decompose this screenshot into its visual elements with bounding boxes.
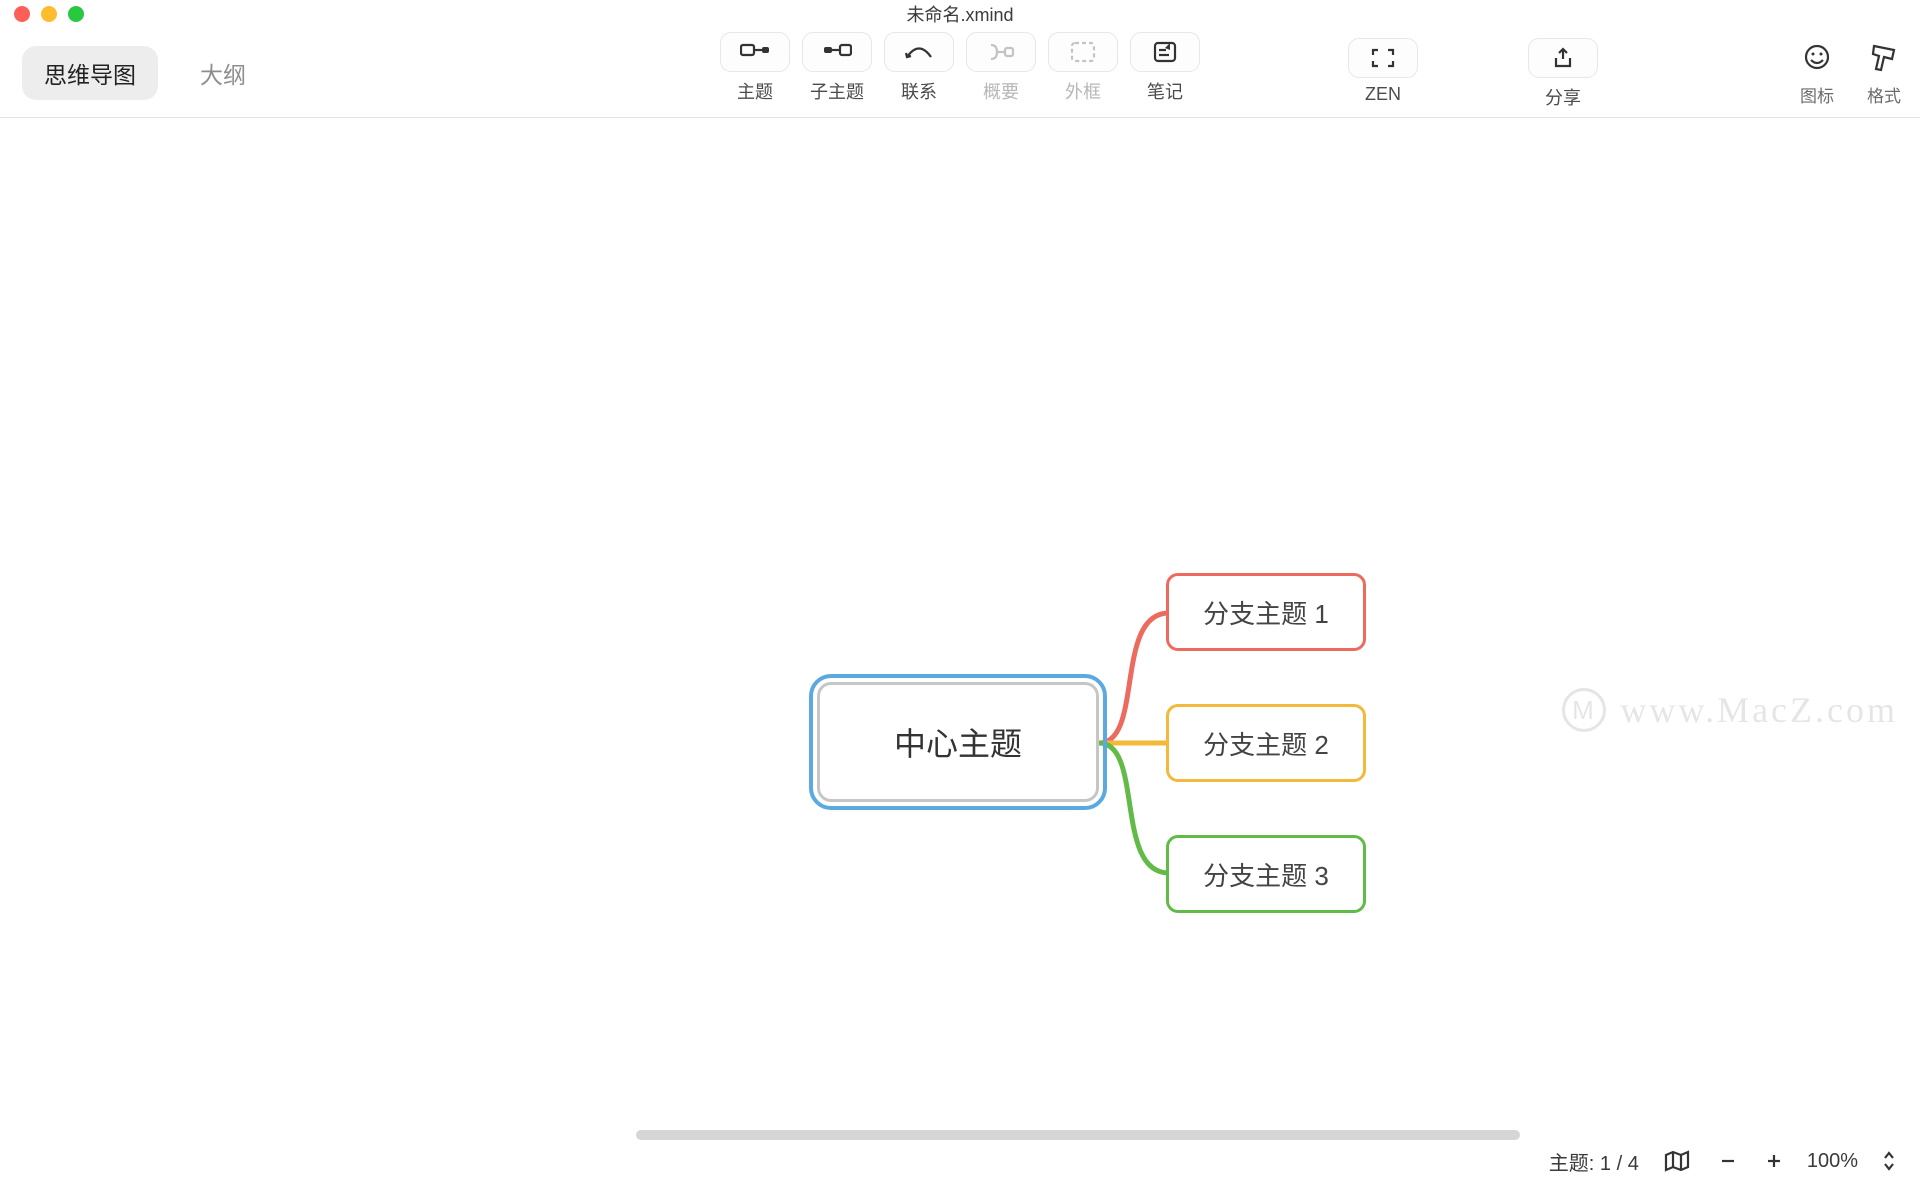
zoom-level: 100% <box>1807 1150 1858 1173</box>
minus-icon <box>1719 1152 1737 1170</box>
icons-panel-label: 图标 <box>1800 82 1834 107</box>
central-topic[interactable]: 中心主题 <box>817 682 1099 802</box>
canvas[interactable]: 中心主题 分支主题 1 分支主题 2 分支主题 3 M www.MacZ.com <box>0 118 1920 1146</box>
branch-topic-2[interactable]: 分支主题 2 <box>1166 704 1366 782</box>
subtopic-label: 子主题 <box>810 78 864 104</box>
summary-icon <box>987 41 1015 63</box>
topic-count-label: 主题: 1 / 4 <box>1549 1147 1639 1176</box>
icons-panel-button[interactable] <box>1798 38 1836 76</box>
fullscreen-window-button[interactable] <box>68 6 84 22</box>
frame-button[interactable] <box>1048 32 1118 72</box>
topic-button[interactable] <box>720 32 790 72</box>
window-controls <box>14 6 84 22</box>
watermark-text: www.MacZ.com <box>1620 689 1898 731</box>
window-title: 未命名.xmind <box>906 1 1013 27</box>
zen-icon <box>1370 47 1396 69</box>
notes-label: 笔记 <box>1147 78 1183 104</box>
format-panel-button[interactable] <box>1866 38 1902 76</box>
map-icon <box>1663 1149 1691 1173</box>
watermark: M www.MacZ.com <box>1562 688 1898 732</box>
summary-label: 概要 <box>983 78 1019 104</box>
branch-topic-1[interactable]: 分支主题 1 <box>1166 573 1366 651</box>
zoom-in-button[interactable] <box>1761 1148 1787 1174</box>
branch-topic-3[interactable]: 分支主题 3 <box>1166 835 1366 913</box>
right-panel-icons: 图标 格式 <box>1798 38 1902 107</box>
frame-label: 外框 <box>1065 78 1101 104</box>
summary-button[interactable] <box>966 32 1036 72</box>
subtopic-button[interactable] <box>802 32 872 72</box>
zoom-out-button[interactable] <box>1715 1148 1741 1174</box>
tab-outline[interactable]: 大纲 <box>178 46 268 100</box>
frame-icon <box>1070 41 1096 63</box>
topic-label: 主题 <box>737 78 773 104</box>
statusbar: 主题: 1 / 4 100% <box>1549 1145 1900 1177</box>
notes-icon <box>1152 40 1178 64</box>
scroll-thumb[interactable] <box>636 1130 1520 1140</box>
relationship-label: 联系 <box>901 78 937 104</box>
close-window-button[interactable] <box>14 6 30 22</box>
toolbar: 思维导图 大纲 主题 子主题 联系 概要 <box>0 28 1920 118</box>
zoom-stepper[interactable] <box>1878 1146 1900 1176</box>
share-label: 分享 <box>1545 84 1581 110</box>
toolbar-center: 主题 子主题 联系 概要 外框 <box>720 32 1200 104</box>
tab-mindmap[interactable]: 思维导图 <box>22 46 158 100</box>
share-button[interactable] <box>1528 38 1598 78</box>
format-icon <box>1870 42 1898 72</box>
share-icon <box>1551 46 1575 70</box>
zen-button[interactable] <box>1348 38 1418 78</box>
titlebar: 未命名.xmind <box>0 0 1920 28</box>
topic-icon <box>740 41 770 63</box>
zen-label: ZEN <box>1365 84 1401 105</box>
plus-icon <box>1765 1152 1783 1170</box>
relationship-icon <box>904 42 934 62</box>
subtopic-icon <box>822 41 852 63</box>
minimize-window-button[interactable] <box>41 6 57 22</box>
watermark-logo-icon: M <box>1562 688 1606 732</box>
map-view-button[interactable] <box>1659 1145 1695 1177</box>
horizontal-scrollbar[interactable] <box>0 1130 1920 1144</box>
smile-icon <box>1802 42 1832 72</box>
notes-button[interactable] <box>1130 32 1200 72</box>
stepper-icon <box>1882 1150 1896 1172</box>
format-panel-label: 格式 <box>1867 82 1901 107</box>
relationship-button[interactable] <box>884 32 954 72</box>
view-tabs: 思维导图 大纲 <box>22 46 268 100</box>
